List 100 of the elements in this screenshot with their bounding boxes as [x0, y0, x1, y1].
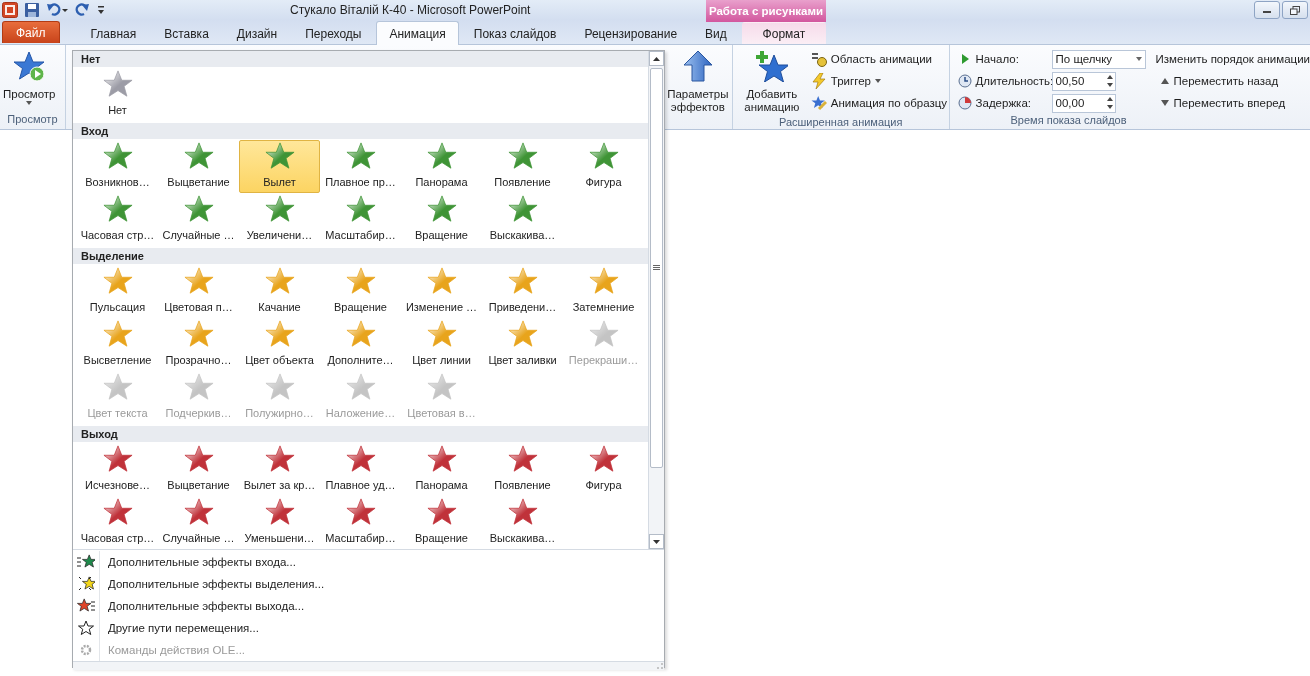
effect-item[interactable]: Исчезнове… [77, 443, 158, 496]
redo-icon [74, 2, 90, 18]
effect-item[interactable]: Часовая стр… [77, 193, 158, 246]
file-tab[interactable]: Файл [2, 21, 60, 43]
ribbon-tab[interactable]: Анимация [376, 21, 459, 45]
effect-options-button[interactable]: Параметры эффектов [663, 48, 732, 116]
effect-item[interactable]: Вращение [401, 496, 482, 549]
app-icon [2, 2, 18, 18]
effect-item[interactable]: Цвет линии [401, 318, 482, 371]
ribbon-tab[interactable]: Формат [741, 22, 826, 44]
effect-item[interactable]: Появление [482, 140, 563, 193]
menu-item[interactable]: Дополнительные эффекты выделения... [73, 573, 664, 595]
effect-item[interactable]: Масштабир… [320, 193, 401, 246]
trigger-button[interactable]: Триггер [810, 70, 948, 92]
start-dropdown[interactable]: По щелчку [1051, 49, 1146, 69]
effect-item[interactable]: Выскакива… [482, 496, 563, 549]
caret-icon [874, 79, 881, 83]
effect-item[interactable]: Пульсация [77, 265, 158, 318]
star-burst-icon [77, 575, 95, 593]
effect-item[interactable]: Вращение [401, 193, 482, 246]
arrow-up-icon [653, 56, 660, 61]
delay-spinner[interactable]: 00,00 [1051, 93, 1116, 113]
ribbon-tab[interactable]: Рецензирование [571, 22, 691, 44]
move-later-button[interactable]: Переместить вперед [1155, 92, 1310, 114]
star-outline-icon [77, 619, 95, 637]
restore-icon [1290, 5, 1300, 15]
scroll-thumb[interactable] [650, 68, 663, 468]
add-animation-button[interactable]: Добавить анимацию [732, 48, 811, 116]
scroll-down-button[interactable] [649, 534, 664, 549]
effect-item[interactable]: Масштабир… [320, 496, 401, 549]
effect-item[interactable]: Фигура [563, 140, 644, 193]
undo-icon [46, 2, 68, 18]
star-lines-icon [77, 597, 95, 615]
effect-item[interactable]: Нет [77, 68, 158, 121]
effect-item[interactable]: Возникнов… [77, 140, 158, 193]
section-header: Выход [73, 426, 648, 442]
effect-item[interactable]: Появление [482, 443, 563, 496]
effect-item[interactable]: Прозрачно… [158, 318, 239, 371]
ribbon-tab[interactable]: Главная [77, 22, 150, 44]
effect-item[interactable]: Приведени… [482, 265, 563, 318]
minimize-button[interactable] [1254, 1, 1280, 19]
duration-spinner[interactable]: 00,50 [1051, 71, 1116, 91]
star-icon [183, 372, 214, 402]
effect-item[interactable]: Фигура [563, 443, 644, 496]
ribbon-tab[interactable]: Переходы [292, 22, 375, 44]
effect-item[interactable]: Дополните… [320, 318, 401, 371]
contextual-tab-group: Работа с рисунками [706, 0, 826, 22]
restore-button[interactable] [1282, 1, 1308, 19]
effect-item[interactable]: Изменение … [401, 265, 482, 318]
triangle-down-icon [1159, 99, 1170, 107]
move-earlier-button[interactable]: Переместить назад [1155, 70, 1310, 92]
menu-item[interactable]: Дополнительные эффекты выхода... [73, 595, 664, 617]
section-header: Выделение [73, 248, 648, 264]
field-label: Задержка: [975, 97, 1032, 109]
effect-item[interactable]: Высветление [77, 318, 158, 371]
effect-item[interactable]: Часовая стр… [77, 496, 158, 549]
animation-pane-icon [810, 51, 827, 67]
effect-item[interactable]: Выскакива… [482, 193, 563, 246]
effect-item[interactable]: Затемнение [563, 265, 644, 318]
effect-item[interactable]: Плавное пр… [320, 140, 401, 193]
star-plus-icon [755, 50, 788, 82]
effect-item[interactable]: Случайные … [158, 193, 239, 246]
effect-item[interactable]: Панорама [401, 443, 482, 496]
effect-item[interactable]: Цвет объекта [239, 318, 320, 371]
save-icon [24, 2, 40, 18]
group-label: Просмотр [6, 113, 59, 127]
grip-icon [653, 265, 660, 271]
effect-item[interactable]: Уменьшени… [239, 496, 320, 549]
preview-button[interactable]: Просмотр [0, 48, 59, 107]
animation-pane-button[interactable]: Область анимации [810, 48, 948, 70]
ribbon-tab[interactable]: Вид [692, 22, 740, 44]
star-brush-icon [810, 95, 827, 111]
effect-item[interactable]: Цветовая п… [158, 265, 239, 318]
up-arrow-icon [682, 50, 713, 82]
caret-icon [26, 101, 33, 105]
menu-item[interactable]: Другие пути перемещения... [73, 617, 664, 639]
star-icon [426, 372, 457, 402]
lightning-icon [810, 73, 827, 89]
effect-item[interactable]: Панорама [401, 140, 482, 193]
effect-item[interactable]: Выцветание [158, 140, 239, 193]
effect-item[interactable]: Выцветание [158, 443, 239, 496]
group-label: Расширенная анимация [777, 116, 904, 130]
effect-item[interactable]: Случайные … [158, 496, 239, 549]
scroll-up-button[interactable] [649, 51, 664, 66]
animation-painter-button[interactable]: Анимация по образцу [810, 92, 948, 114]
menu-item[interactable]: Дополнительные эффекты входа... [73, 551, 664, 573]
star-icon [264, 372, 295, 402]
spin-arrows-icon [1104, 74, 1115, 88]
effect-item[interactable]: Качание [239, 265, 320, 318]
effect-item[interactable]: Цвет заливки [482, 318, 563, 371]
section-header: Нет [73, 51, 648, 67]
effect-item[interactable]: Вращение [320, 265, 401, 318]
effect-item[interactable]: Вылет [239, 140, 320, 193]
effect-item[interactable]: Увеличени… [239, 193, 320, 246]
ribbon-tab[interactable]: Вставка [151, 22, 222, 44]
ribbon-tab[interactable]: Показ слайдов [460, 22, 570, 44]
delay-clock-icon [957, 96, 972, 110]
effect-item[interactable]: Плавное уд… [320, 443, 401, 496]
ribbon-tab[interactable]: Дизайн [223, 22, 291, 44]
effect-item[interactable]: Вылет за кр… [239, 443, 320, 496]
